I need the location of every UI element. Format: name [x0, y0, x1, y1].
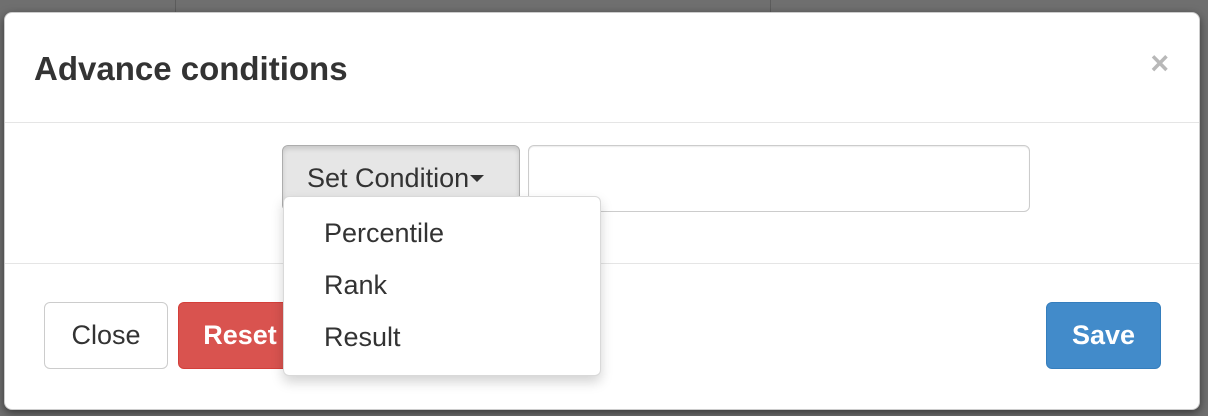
caret-down-icon	[470, 174, 485, 182]
modal-header: Advance conditions ×	[5, 13, 1199, 123]
condition-value-input[interactable]	[528, 145, 1030, 212]
modal-footer: Close Reset Save	[5, 264, 1199, 411]
backdrop-divider	[175, 0, 176, 12]
backdrop-divider	[770, 0, 771, 12]
save-button[interactable]: Save	[1046, 302, 1161, 369]
modal-body: Set Condition	[5, 123, 1199, 264]
modal-title: Advance conditions	[34, 50, 348, 87]
dropdown-item-percentile[interactable]: Percentile	[284, 207, 600, 259]
dropdown-item-result[interactable]: Result	[284, 311, 600, 363]
set-condition-label: Set Condition	[307, 163, 470, 193]
close-button[interactable]: Close	[44, 302, 168, 369]
advance-conditions-modal: Advance conditions × Set Condition Close…	[4, 12, 1200, 410]
dropdown-item-rank[interactable]: Rank	[284, 259, 600, 311]
condition-dropdown-menu: Percentile Rank Result	[283, 196, 601, 376]
close-icon[interactable]: ×	[1150, 45, 1169, 81]
